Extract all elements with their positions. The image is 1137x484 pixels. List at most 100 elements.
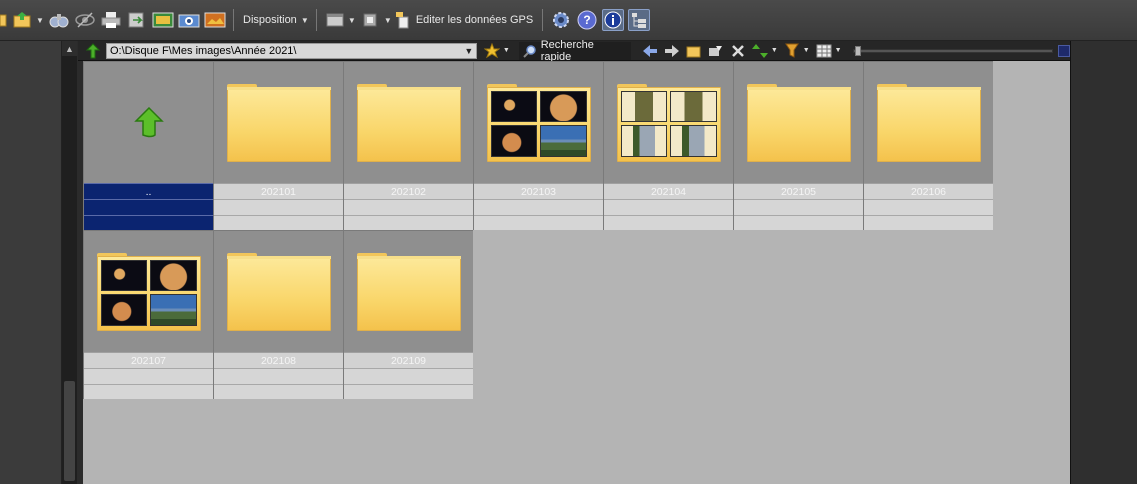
binoculars-icon[interactable] <box>48 9 70 31</box>
thumbnail-size-slider[interactable] <box>852 45 1053 56</box>
folder-icon <box>876 83 981 162</box>
filter-icon[interactable] <box>783 42 801 60</box>
photo-thumbnail <box>670 90 717 122</box>
panel-toggle-icon[interactable] <box>1057 44 1070 57</box>
path-dropdown-icon[interactable]: ▼ <box>462 44 476 58</box>
forward-arrow-icon[interactable] <box>663 42 681 60</box>
folder-tile[interactable]: 202109 <box>343 230 473 399</box>
toolbar-separator <box>315 9 317 31</box>
folder-icon <box>616 83 721 162</box>
scroll-up-arrow-icon[interactable]: ▲ <box>62 41 77 56</box>
up-arrow-icon <box>133 106 164 137</box>
toolbar-separator <box>233 9 234 31</box>
edit-gps-button[interactable]: Editer les données GPS <box>416 14 533 26</box>
parent-folder-icon[interactable] <box>84 42 102 60</box>
tile-name: 202106 <box>864 183 993 199</box>
open-folder-icon[interactable] <box>12 9 34 31</box>
folder-tile[interactable]: 202101 <box>213 61 343 230</box>
move-icon[interactable] <box>707 42 725 60</box>
favorites-star-icon[interactable] <box>483 42 501 60</box>
open-file-icon[interactable] <box>0 9 8 31</box>
tile-info-row <box>214 215 343 230</box>
folder-icon <box>96 252 201 331</box>
photo-thumbnail <box>620 125 667 157</box>
right-panel <box>1070 41 1137 484</box>
tile-thumbnail <box>84 62 213 183</box>
help-icon[interactable]: ? <box>576 9 598 31</box>
new-folder-icon[interactable] <box>685 42 703 60</box>
tile-info-row <box>734 199 863 215</box>
svg-text:?: ? <box>584 13 591 27</box>
quick-search-button[interactable]: Recherche rapide <box>518 38 632 63</box>
batch-dropdown-icon[interactable]: ▼ <box>384 9 392 31</box>
folder-tile[interactable]: 202104 <box>603 61 733 230</box>
folder-tile[interactable]: 202106 <box>863 61 993 230</box>
tile-thumbnail <box>864 62 993 183</box>
settings-gear-icon[interactable] <box>550 9 572 31</box>
photo-thumbnail <box>490 125 537 157</box>
folder-panel-scrollbar[interactable]: ▲ <box>62 41 77 484</box>
tile-thumbnail <box>604 62 733 183</box>
tile-info-row <box>864 215 993 230</box>
folder-panel[interactable] <box>0 41 62 484</box>
info-icon[interactable] <box>602 9 625 31</box>
view-mode-icon[interactable] <box>815 42 833 60</box>
photo-thumbnail <box>540 125 587 157</box>
photo-thumbnail <box>100 259 147 291</box>
folder-tile[interactable]: 202107 <box>83 230 213 399</box>
wallpaper-icon[interactable] <box>204 9 226 31</box>
thumbnail-grid[interactable]: .. 202101 202102 202103 202104 202105 20… <box>83 61 1070 484</box>
view-mode-dropdown-icon[interactable]: ▼ <box>835 47 842 54</box>
photo-thumbnail <box>150 294 197 326</box>
tile-thumbnail <box>84 231 213 352</box>
folder-icon <box>226 252 331 331</box>
path-combobox[interactable]: O:\Disque F\Mes images\Année 2021\ ▼ <box>106 42 477 59</box>
tile-name: 202108 <box>214 352 343 368</box>
slider-track <box>852 48 1053 53</box>
tile-thumbnail <box>344 231 473 352</box>
folder-preview-photos <box>490 90 587 157</box>
photo-thumbnail <box>670 125 717 157</box>
hide-icon[interactable] <box>74 9 96 31</box>
tile-info-row <box>84 215 213 230</box>
tile-thumbnail <box>734 62 863 183</box>
filter-dropdown-icon[interactable]: ▼ <box>803 47 810 54</box>
folder-tree-icon[interactable] <box>628 9 651 31</box>
folder-tile[interactable]: 202108 <box>213 230 343 399</box>
tile-info-row <box>474 215 603 230</box>
sort-icon[interactable] <box>751 42 769 60</box>
disposition-menu[interactable]: Disposition <box>243 14 297 26</box>
folder-tile[interactable]: 202103 <box>473 61 603 230</box>
window-layout-icon[interactable] <box>324 9 346 31</box>
tile-info-row <box>344 199 473 215</box>
slideshow-icon[interactable] <box>152 9 174 31</box>
gps-icon[interactable] <box>395 9 410 31</box>
camera-icon[interactable] <box>178 9 200 31</box>
back-arrow-icon[interactable] <box>641 42 659 60</box>
folder-tile-parent[interactable]: .. <box>83 61 213 230</box>
tile-name: 202105 <box>734 183 863 199</box>
quick-search-label: Recherche rapide <box>540 38 594 63</box>
folder-tile[interactable]: 202105 <box>733 61 863 230</box>
folder-preview-photos <box>620 90 717 157</box>
folder-tile[interactable]: 202102 <box>343 61 473 230</box>
tile-info-row <box>604 199 733 215</box>
print-icon[interactable] <box>100 9 122 31</box>
scrollbar-thumb[interactable] <box>64 381 75 481</box>
tile-name: 202103 <box>474 183 603 199</box>
window-layout-dropdown-icon[interactable]: ▼ <box>348 9 356 31</box>
slider-handle[interactable] <box>854 45 861 56</box>
delete-x-icon[interactable] <box>729 42 747 60</box>
open-dropdown-icon[interactable]: ▼ <box>36 9 44 31</box>
magnifier-icon <box>523 44 536 58</box>
favorites-dropdown-icon[interactable]: ▼ <box>503 47 510 54</box>
tile-info-row <box>344 368 473 384</box>
tile-info-row <box>84 368 213 384</box>
batch-icon[interactable] <box>360 9 382 31</box>
tile-name: 202101 <box>214 183 343 199</box>
main-toolbar: ▼ Disposition ▼ ▼ ▼ Editer les données G… <box>0 0 1137 41</box>
tile-info-row <box>214 199 343 215</box>
convert-icon[interactable] <box>126 9 148 31</box>
sort-dropdown-icon[interactable]: ▼ <box>771 47 778 54</box>
disposition-dropdown-icon[interactable]: ▼ <box>301 9 309 31</box>
